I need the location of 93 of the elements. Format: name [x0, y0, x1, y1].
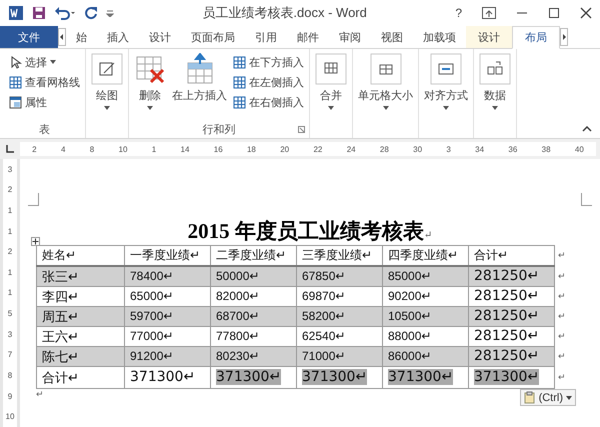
ribbon-button[interactable]: 绘图: [89, 51, 125, 117]
row-end-mark: ↵: [554, 266, 568, 286]
ribbon-tab[interactable]: 插入: [97, 26, 139, 48]
ribbon-tab[interactable]: 始: [66, 26, 97, 48]
table-cell: 371300↵: [302, 369, 368, 385]
table-cell: 59700↵: [124, 306, 210, 326]
table-cell: 合计↵: [42, 370, 79, 385]
document-title: 2015 年度员工业绩考核表: [188, 219, 424, 243]
help-button[interactable]: ?: [455, 6, 462, 20]
scroll-right-icon[interactable]: [560, 28, 568, 46]
ribbon-button[interactable]: 查看网格线: [7, 73, 82, 91]
ribbon-button[interactable]: 删除: [132, 51, 168, 117]
table-cell: 371300↵: [216, 369, 282, 385]
ribbon-tab[interactable]: 布局: [512, 26, 560, 49]
table-grid-icon: [233, 56, 246, 68]
ribbon-button[interactable]: 在下方插入: [231, 53, 306, 71]
table-cell: 71000↵: [296, 346, 382, 366]
table-cell: 50000↵: [210, 266, 296, 286]
table-cell: 58200↵: [296, 306, 382, 326]
table-cell: 80230↵: [210, 346, 296, 366]
scroll-left-icon[interactable]: [58, 28, 66, 46]
alignment-icon: [430, 53, 462, 85]
redo-icon[interactable]: [84, 6, 98, 20]
row-end-mark: ↵: [554, 346, 568, 366]
pencil-icon: [91, 53, 123, 85]
table-cell: 张三↵: [36, 266, 124, 286]
row-end-mark: ↵: [554, 246, 568, 266]
group-label: 表: [39, 122, 50, 136]
caret-icon: [566, 396, 572, 400]
table-cell: 371300↵: [474, 369, 540, 385]
ribbon-tab[interactable]: 邮件: [287, 26, 329, 48]
paste-options-button[interactable]: (Ctrl): [520, 389, 576, 406]
close-icon[interactable]: [580, 7, 592, 19]
table-cell: 78400↵: [124, 266, 210, 286]
table-cell: 周五↵: [36, 306, 124, 326]
row-end-mark: ↵: [554, 286, 568, 306]
row-end-mark: ↵: [554, 306, 568, 326]
table-cell: 281250↵: [468, 346, 554, 366]
save-icon[interactable]: [32, 6, 46, 20]
paragraph-mark: ↵: [424, 230, 432, 241]
ribbon-button[interactable]: 对齐方式: [422, 51, 470, 117]
ribbon-tab[interactable]: 文件: [0, 26, 58, 48]
table-cell: 陈七↵: [36, 346, 124, 366]
maximize-icon[interactable]: [548, 7, 560, 19]
collapse-ribbon-icon[interactable]: [582, 126, 592, 132]
ribbon-button[interactable]: 单元格大小: [356, 51, 415, 117]
table-grid-icon: [9, 76, 22, 88]
row-end-mark: ↵: [554, 366, 568, 388]
vertical-ruler[interactable]: 3 2 1 1 2 1 1 5 3 7 8 9 10: [3, 159, 17, 427]
ribbon-tab[interactable]: 引用: [245, 26, 287, 48]
word-icon[interactable]: [8, 5, 24, 21]
ribbon-tab[interactable]: 审阅: [329, 26, 371, 48]
ribbon-button[interactable]: 数据: [477, 51, 513, 117]
table-cell: 91200↵: [124, 346, 210, 366]
ribbon-button[interactable]: 在左侧插入: [231, 73, 306, 91]
data-icon: [479, 53, 511, 85]
ribbon-display-icon[interactable]: [482, 7, 496, 19]
table-grid-icon: [233, 76, 246, 88]
ribbon-button[interactable]: 属性: [7, 93, 82, 111]
table-cell: 85000↵: [382, 266, 468, 286]
table-cell: 86000↵: [382, 346, 468, 366]
ribbon-tab[interactable]: 页面布局: [181, 26, 245, 48]
ribbon-button[interactable]: 合并: [313, 51, 349, 117]
paragraph-mark: ↵: [36, 389, 44, 400]
table-grid-icon: [233, 96, 246, 108]
ribbon-tab[interactable]: 视图: [371, 26, 413, 48]
table-cell: 68700↵: [210, 306, 296, 326]
clipboard-icon: [524, 391, 536, 404]
table-cell: 371300↵: [130, 369, 196, 385]
ribbon-tab[interactable]: 设计: [466, 26, 512, 48]
row-end-mark: ↵: [554, 326, 568, 346]
ribbon-button[interactable]: 在右侧插入: [231, 93, 306, 111]
merge-cells-icon: [315, 53, 347, 85]
ribbon-tab[interactable]: 设计: [139, 26, 181, 48]
tab-selector-icon[interactable]: [5, 144, 15, 154]
cursor-icon: [9, 56, 22, 68]
cell-size-icon: [370, 53, 402, 85]
table-move-handle-icon[interactable]: [31, 237, 40, 246]
table-cell: 67850↵: [296, 266, 382, 286]
table-cell: 281250↵: [468, 266, 554, 286]
customize-icon[interactable]: [106, 9, 114, 17]
undo-icon[interactable]: [54, 6, 76, 20]
horizontal-ruler[interactable]: 2 4 8 10 1 14 16 18 20 22 24 28 30 3 34 36 38 40: [20, 142, 596, 156]
dialog-launcher-icon[interactable]: [298, 126, 305, 133]
window-title: 员工业绩考核表.docx - Word: [201, 4, 368, 22]
ribbon-tab[interactable]: 加载项: [413, 26, 466, 48]
ribbon-button[interactable]: 在上方插入: [170, 51, 229, 117]
ribbon-button[interactable]: 选择: [7, 53, 82, 71]
group-label: 行和列: [202, 122, 236, 136]
table-cell: 10500↵: [382, 306, 468, 326]
properties-icon: [9, 96, 22, 108]
table-cell: 371300↵: [388, 369, 454, 385]
table-cell: 281250↵: [468, 306, 554, 326]
